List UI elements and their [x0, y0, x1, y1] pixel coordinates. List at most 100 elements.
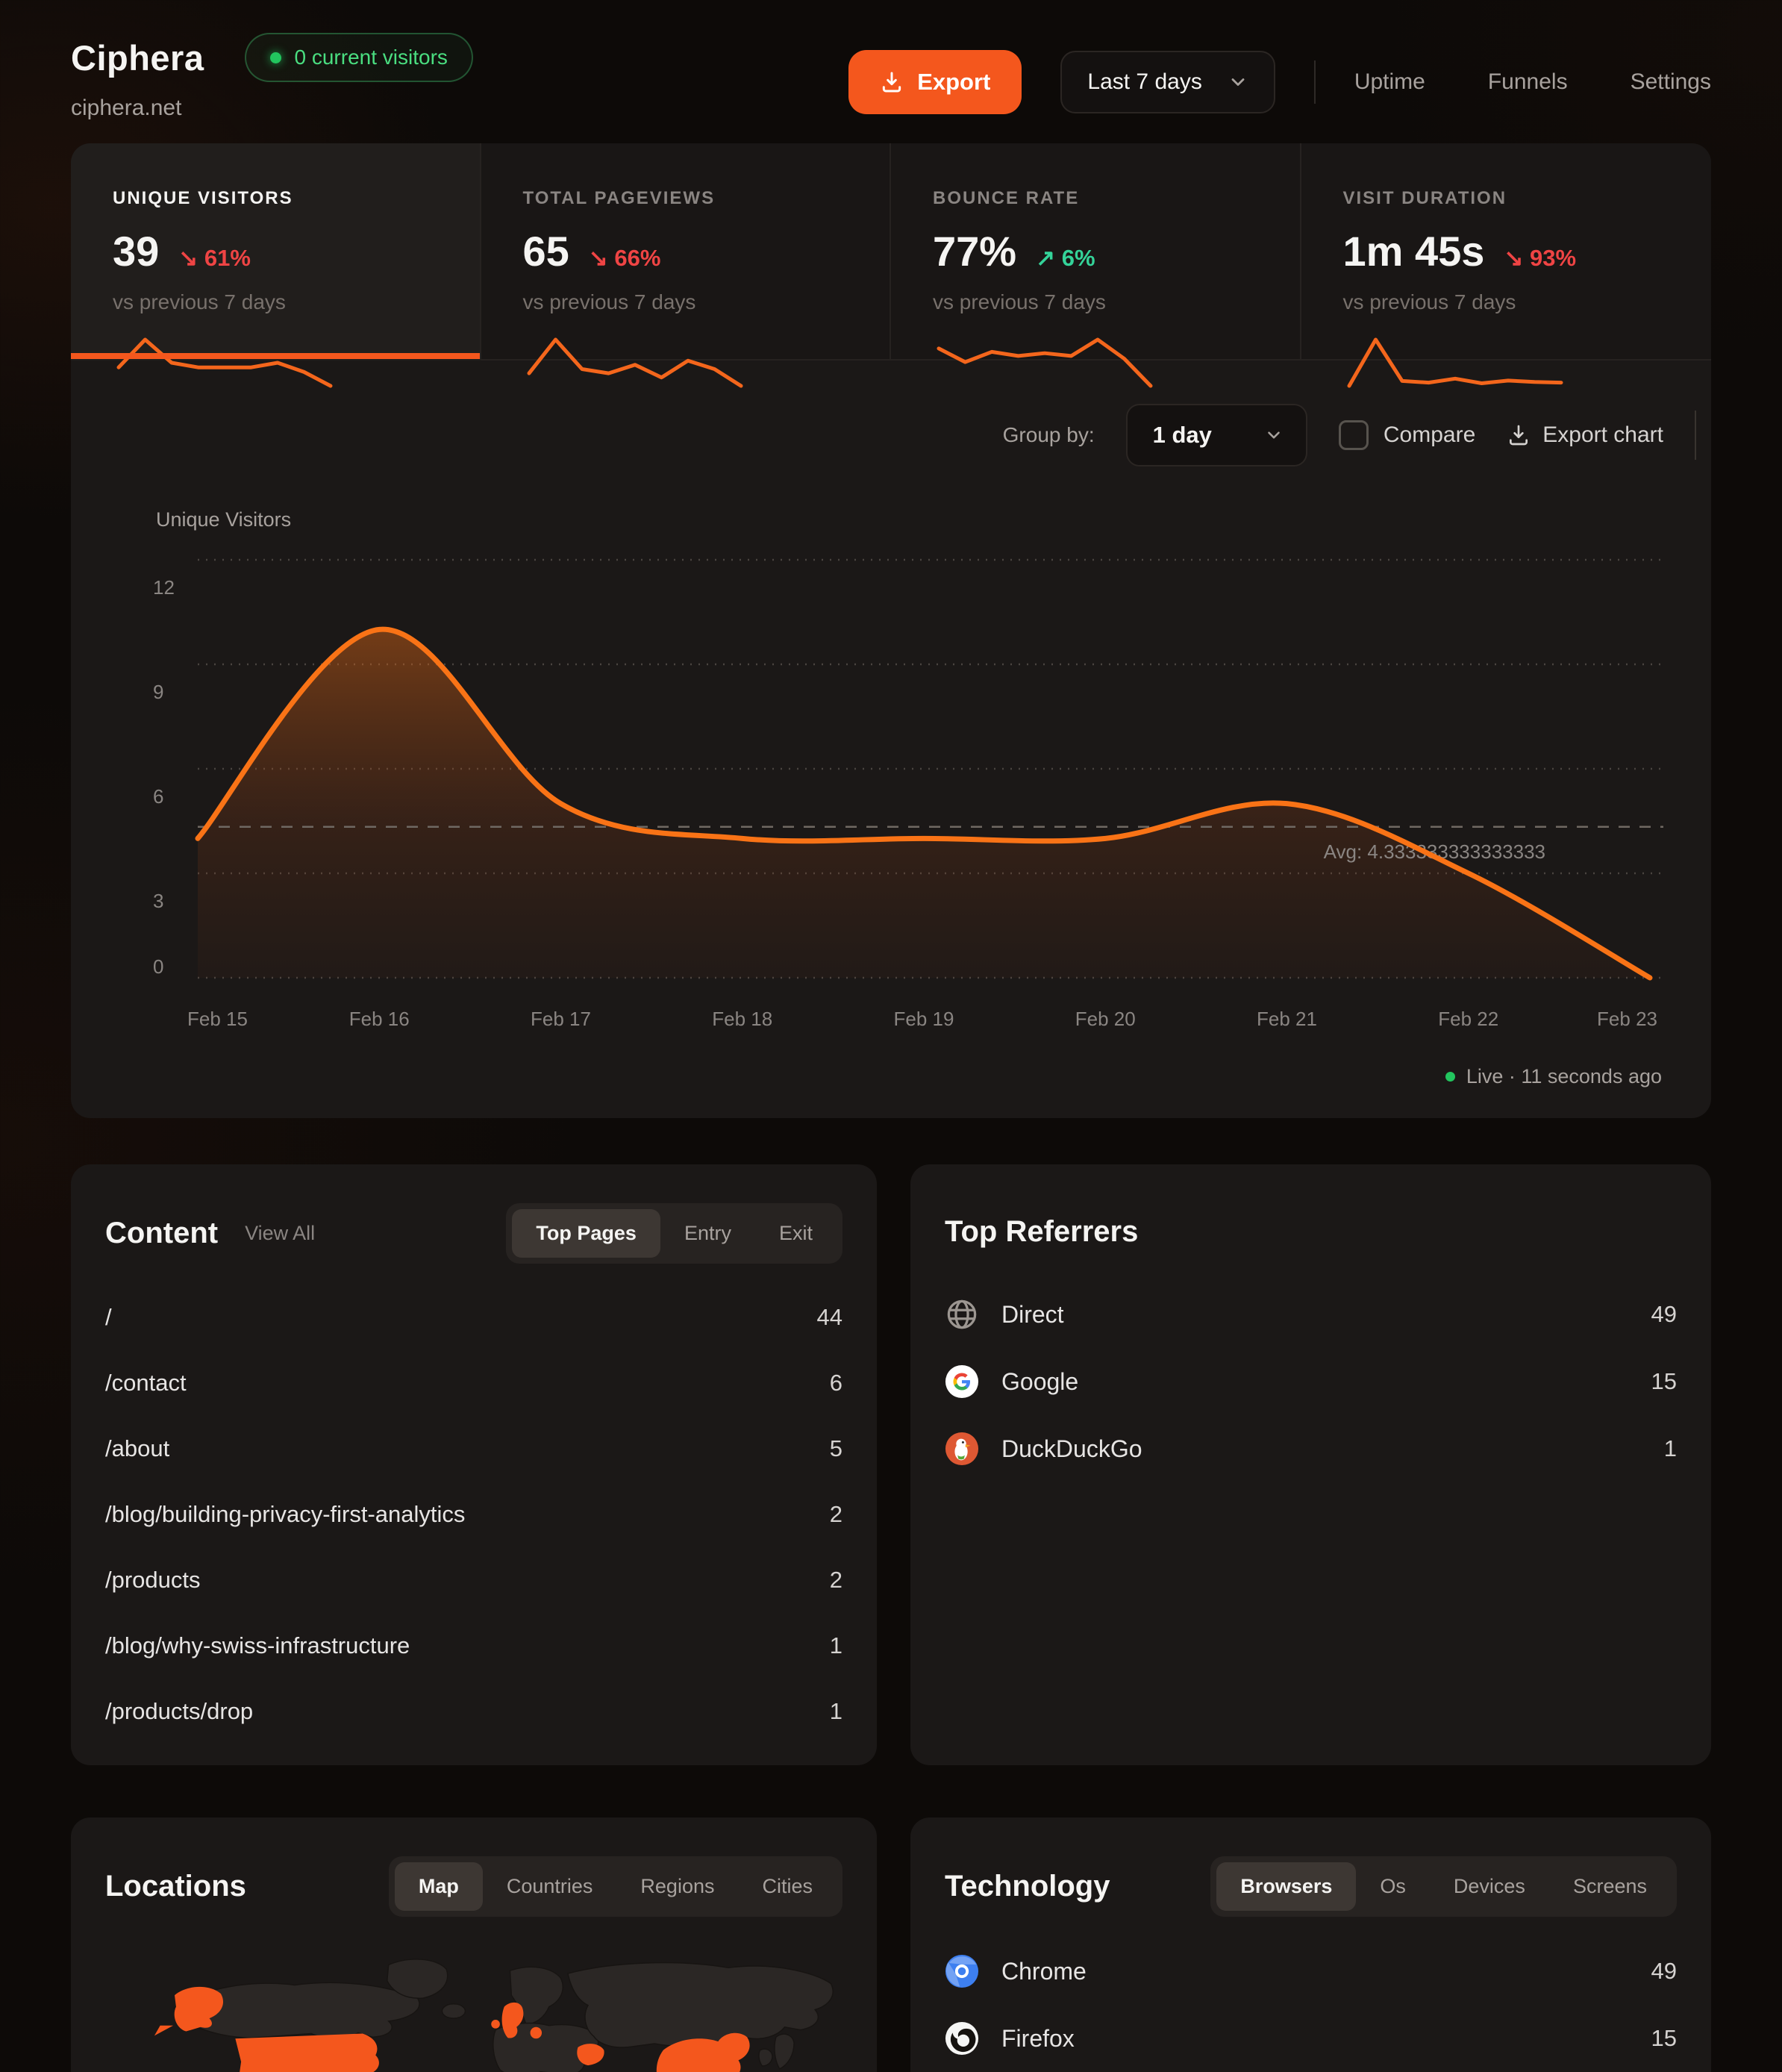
tab-browsers[interactable]: Browsers	[1216, 1862, 1356, 1911]
world-map[interactable]	[105, 1952, 842, 2072]
svg-text:0: 0	[153, 955, 163, 978]
map-korea	[759, 2049, 772, 2066]
referrers-card: Top Referrers Direct49Google15DuckDuckGo…	[910, 1164, 1711, 1765]
page-row[interactable]: /products2	[105, 1547, 842, 1613]
world-map-svg	[105, 1952, 842, 2072]
tab-cities[interactable]: Cities	[738, 1862, 837, 1911]
tab-map[interactable]: Map	[395, 1862, 483, 1911]
stat-label: UNIQUE VISITORS	[113, 188, 480, 209]
row-label: Direct	[1001, 1301, 1064, 1329]
export-button[interactable]: Export	[848, 50, 1022, 114]
map-russia-asia	[568, 1963, 833, 2048]
export-chart-button[interactable]: Export chart	[1507, 422, 1663, 448]
stat-tab-visit-duration[interactable]: VISIT DURATION1m 45s↘ 93%vs previous 7 d…	[1301, 143, 1712, 361]
map-netherlands-highlight	[531, 2027, 542, 2038]
live-status-text: Live · 11 seconds ago	[1466, 1065, 1662, 1088]
tab-regions[interactable]: Regions	[616, 1862, 738, 1911]
live-visitors-dot	[270, 52, 281, 63]
trend-down-icon: ↘	[178, 245, 198, 271]
tab-devices[interactable]: Devices	[1430, 1862, 1549, 1911]
referrers-row[interactable]: Direct49	[945, 1281, 1677, 1348]
nav-link-funnels[interactable]: Funnels	[1488, 69, 1568, 95]
page-row[interactable]: /products/drop1	[105, 1679, 842, 1744]
unique-visitors-chart[interactable]: 129630Avg: 4.333333333333333Feb 15Feb 16…	[116, 534, 1666, 1057]
controls-divider	[1695, 411, 1696, 460]
compare-label: Compare	[1384, 422, 1475, 448]
page-row[interactable]: /44	[105, 1285, 842, 1350]
page-path: /blog/why-swiss-infrastructure	[105, 1632, 410, 1659]
stat-tab-unique-visitors[interactable]: UNIQUE VISITORS39↘ 61%vs previous 7 days	[71, 143, 481, 361]
page-count: 1	[830, 1632, 842, 1659]
page-count: 6	[830, 1370, 842, 1397]
stat-compare-label: vs previous 7 days	[523, 290, 890, 314]
analytics-panel: UNIQUE VISITORS39↘ 61%vs previous 7 days…	[71, 143, 1711, 1118]
locations-title: Locations	[105, 1870, 246, 1903]
tab-screens[interactable]: Screens	[1549, 1862, 1671, 1911]
live-dot	[1445, 1072, 1455, 1082]
stats-row: UNIQUE VISITORS39↘ 61%vs previous 7 days…	[71, 143, 1711, 361]
row-count: 15	[1651, 2025, 1677, 2052]
page-path: /blog/building-privacy-first-analytics	[105, 1501, 465, 1528]
page-count: 2	[830, 1567, 842, 1594]
svg-text:Feb 21: Feb 21	[1257, 1008, 1317, 1030]
group-by-select[interactable]: 1 day	[1126, 404, 1307, 466]
technology-row[interactable]: Chrome49	[945, 1938, 1677, 2005]
page-row[interactable]: /contact 6	[105, 1350, 842, 1416]
referrers-row[interactable]: DuckDuckGo1	[945, 1415, 1677, 1482]
map-japan	[775, 2034, 794, 2069]
row-count: 15	[1651, 1368, 1677, 1395]
tab-top-pages[interactable]: Top Pages	[512, 1209, 660, 1258]
compare-checkbox[interactable]	[1339, 420, 1369, 450]
stat-label: VISIT DURATION	[1343, 188, 1712, 209]
technology-tabs: BrowsersOsDevicesScreens	[1210, 1856, 1677, 1917]
live-status: Live · 11 seconds ago	[116, 1065, 1666, 1088]
page-row[interactable]: /blog/building-privacy-first-analytics 2	[105, 1482, 842, 1547]
stat-value: 1m 45s	[1343, 227, 1485, 275]
trend-up-icon: ↗	[1036, 245, 1055, 271]
chrome-icon	[945, 1954, 979, 1988]
page-count: 2	[830, 1501, 842, 1528]
stat-value: 77%	[933, 227, 1016, 275]
svg-text:3: 3	[153, 890, 163, 912]
stat-label: BOUNCE RATE	[933, 188, 1300, 209]
nav-link-settings[interactable]: Settings	[1631, 69, 1711, 95]
stat-delta: ↗ 6%	[1036, 245, 1095, 272]
firefox-icon	[945, 2021, 979, 2056]
page-row[interactable]: /blog/why-swiss-infrastructure 1	[105, 1613, 842, 1679]
nav-link-uptime[interactable]: Uptime	[1354, 69, 1425, 95]
export-chart-label: Export chart	[1542, 422, 1663, 448]
row-label: Google	[1001, 1368, 1078, 1396]
brand-block: Ciphera 0 current visitors ciphera.net	[71, 33, 473, 121]
page-count: 5	[830, 1435, 842, 1462]
stat-sparkline	[933, 334, 1157, 392]
row-label: DuckDuckGo	[1001, 1435, 1142, 1463]
technology-row[interactable]: Firefox15	[945, 2005, 1677, 2072]
chevron-down-icon	[1228, 72, 1248, 93]
page-path: /contact	[105, 1370, 187, 1397]
tab-countries[interactable]: Countries	[483, 1862, 617, 1911]
tab-exit[interactable]: Exit	[755, 1209, 837, 1258]
current-visitors-badge: 0 current visitors	[245, 33, 473, 82]
tab-os[interactable]: Os	[1356, 1862, 1430, 1911]
header-actions: Export Last 7 days Uptime Funnels Settings	[848, 43, 1711, 121]
site-logo: Ciphera	[71, 37, 204, 78]
chart-section: Group by: 1 day Compare Export chart Uni…	[71, 361, 1711, 1118]
tab-entry[interactable]: Entry	[660, 1209, 755, 1258]
group-by-label: Group by:	[1003, 423, 1095, 447]
current-visitors-label: 0 current visitors	[295, 46, 448, 69]
svg-text:Feb 17: Feb 17	[531, 1008, 591, 1030]
compare-toggle[interactable]: Compare	[1339, 420, 1475, 450]
content-title: Content	[105, 1217, 218, 1250]
stat-tab-total-pageviews[interactable]: TOTAL PAGEVIEWS65↘ 66%vs previous 7 days	[481, 143, 892, 361]
view-all-link[interactable]: View All	[245, 1222, 315, 1245]
content-tabs: Top PagesEntryExit	[506, 1203, 842, 1264]
referrers-row[interactable]: Google 15	[945, 1348, 1677, 1415]
stat-label: TOTAL PAGEVIEWS	[523, 188, 890, 209]
stat-sparkline	[523, 334, 747, 392]
technology-card: Technology BrowsersOsDevicesScreens Chro…	[910, 1817, 1711, 2072]
stat-tab-bounce-rate[interactable]: BOUNCE RATE77%↗ 6%vs previous 7 days	[891, 143, 1301, 361]
date-range-select[interactable]: Last 7 days	[1060, 51, 1275, 113]
page-row[interactable]: /about5	[105, 1416, 842, 1482]
stat-delta: ↘ 66%	[589, 245, 661, 272]
trend-down-icon: ↘	[589, 245, 608, 271]
